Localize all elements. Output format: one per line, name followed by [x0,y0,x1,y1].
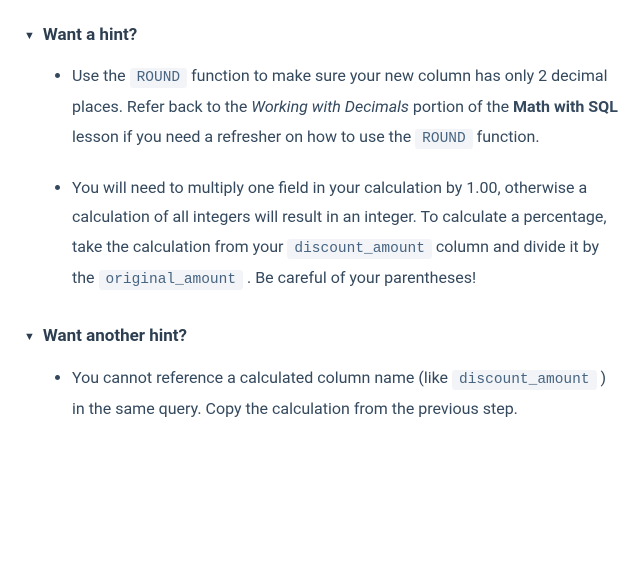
code-round: ROUND [415,129,473,149]
list-item: You cannot reference a calculated column… [72,363,618,423]
hint-section-2: ▼ Want another hint? You cannot referenc… [24,321,618,423]
hint-title-2: Want another hint? [43,321,187,352]
hint-section-1: ▼ Want a hint? Use the ROUND function to… [24,20,618,293]
hint-text: Use the [72,66,130,85]
hint-list-2: You cannot reference a calculated column… [24,363,618,423]
hint-text: You cannot reference a calculated column… [72,368,452,387]
hint-list-1: Use the ROUND function to make sure your… [24,61,618,293]
hint-header-1[interactable]: ▼ Want a hint? [24,20,618,51]
hint-title-1: Want a hint? [43,20,137,51]
hint-text: portion of the [409,97,513,116]
italic-text: Working with Decimals [251,97,409,116]
bold-text: Math with SQL [513,97,618,116]
triangle-down-icon: ▼ [24,327,35,347]
code-discount-amount: discount_amount [287,239,432,259]
list-item: Use the ROUND function to make sure your… [72,61,618,152]
triangle-down-icon: ▼ [24,26,35,46]
hint-text: function. [473,127,540,146]
code-original-amount: original_amount [99,270,244,290]
hint-text: lesson if you need a refresher on how to… [72,127,415,146]
list-item: You will need to multiply one field in y… [72,173,618,294]
hint-text: . Be careful of your parentheses! [243,268,476,287]
code-discount-amount: discount_amount [452,370,597,390]
code-round: ROUND [130,68,188,88]
hint-header-2[interactable]: ▼ Want another hint? [24,321,618,352]
